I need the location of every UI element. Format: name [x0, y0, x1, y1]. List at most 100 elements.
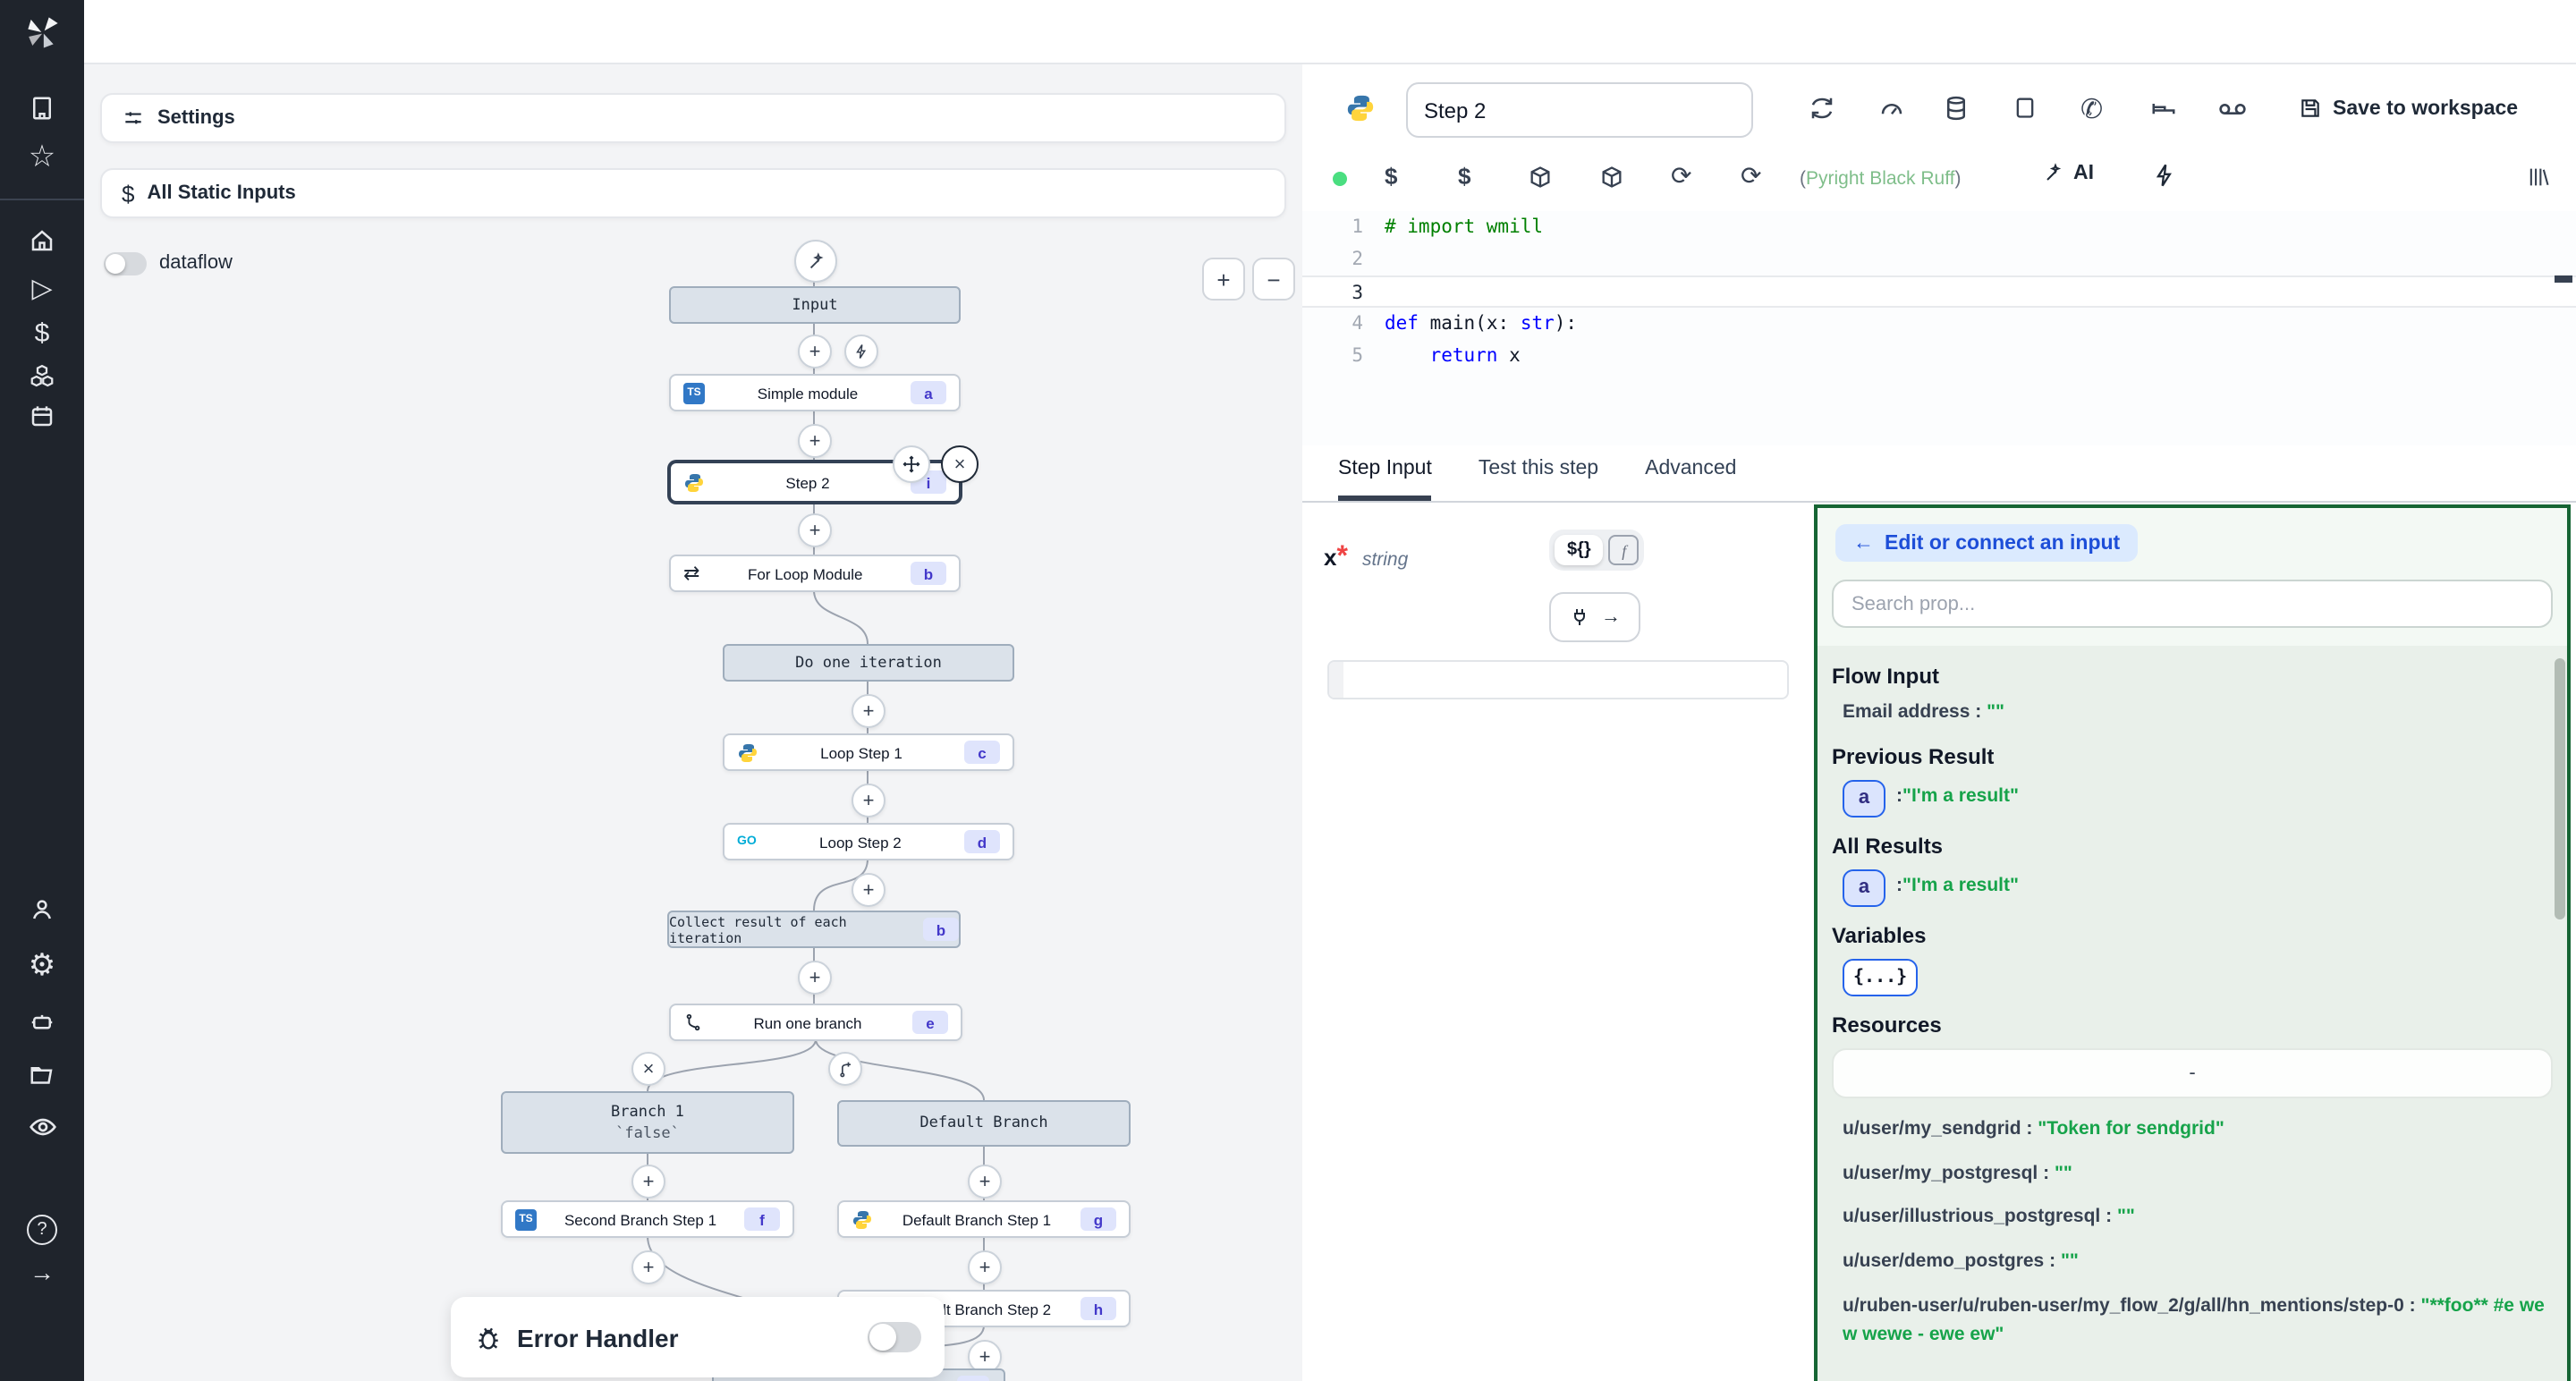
sidebar-item-audit[interactable] [0, 1106, 84, 1148]
sidebar-item-home[interactable] [0, 218, 84, 261]
prop-row[interactable]: u/user/demo_postgres : "" [1843, 1249, 2553, 1277]
sidebar-item-favorites[interactable]: ☆ [0, 136, 84, 179]
tab-step-input[interactable]: Step Input [1338, 458, 1432, 501]
prop-key: u/ruben-user/u/ruben-user/my_flow_2/g/al… [1843, 1295, 2404, 1317]
prop-row[interactable]: a : "I'm a result" [1843, 780, 2553, 818]
sidebar-item-variables[interactable]: $ [0, 311, 84, 354]
error-handler-label: Error Handler [517, 1323, 853, 1351]
result-id-badge[interactable]: a [1843, 869, 1885, 907]
fn-toggle-button[interactable]: f [1609, 535, 1640, 565]
resources-dollar-icon[interactable]: $ [1458, 163, 1470, 190]
input-mode-toggle[interactable]: ${} f [1549, 530, 1645, 571]
tab-test-this-step[interactable]: Test this step [1479, 458, 1598, 501]
add-step-button[interactable]: + [968, 1165, 1002, 1199]
node-loop-step1[interactable]: Loop Step 1 c [723, 733, 1014, 771]
package-icon[interactable] [1599, 165, 1624, 190]
prop-row[interactable]: {...} [1843, 959, 2553, 996]
prop-sep: : [1970, 701, 1987, 723]
gear-icon: ⚙ [29, 948, 56, 984]
add-step-button[interactable]: + [631, 1165, 665, 1199]
add-branch-button[interactable] [828, 1052, 862, 1086]
connect-input-button[interactable]: → [1549, 592, 1640, 642]
plus-icon: + [809, 967, 821, 988]
sidebar-item-runs[interactable]: ▷ [0, 267, 84, 309]
node-branch1[interactable]: Branch 1 `false` [501, 1091, 794, 1154]
sidebar-item-folders[interactable] [0, 1054, 84, 1097]
sidebar-item-help[interactable]: ? [0, 1207, 84, 1250]
node-default-branch[interactable]: Default Branch [837, 1100, 1131, 1147]
cache-database-icon[interactable] [1943, 95, 1970, 122]
node-simple-module[interactable]: TS Simple module a [669, 374, 961, 411]
sidebar-item-workspace[interactable] [0, 86, 84, 129]
code-editor[interactable]: 1 # import wmill 2 3 4 def main(x: str):… [1302, 211, 2576, 445]
node-second-branch-step1[interactable]: TS Second Branch Step 1 f [501, 1200, 794, 1238]
node-collect-result[interactable]: Collect result of each iteration b [667, 911, 961, 948]
prop-row[interactable]: a : "I'm a result" [1843, 869, 2553, 907]
code-assistants-label: (Pyright Black Ruff) [1800, 168, 1962, 190]
sleep-icon[interactable] [2150, 95, 2177, 122]
sidebar-item-settings[interactable]: ⚙ [0, 945, 84, 987]
node-default-branch-step1[interactable]: Default Branch Step 1 g [837, 1200, 1131, 1238]
add-step-button[interactable]: + [968, 1250, 1002, 1284]
node-loop-step2[interactable]: GO Loop Step 2 d [723, 823, 1014, 860]
remove-branch-button[interactable]: × [631, 1052, 665, 1086]
prop-row[interactable]: u/ruben-user/u/ruben-user/my_flow_2/g/al… [1843, 1293, 2553, 1350]
sidebar-item-resources[interactable] [0, 354, 84, 397]
node-run-one-branch[interactable]: Run one branch e [669, 1004, 962, 1041]
save-to-workspace-button[interactable]: Save to workspace [2299, 97, 2518, 120]
library-icon[interactable] [2526, 165, 2551, 190]
node-input[interactable]: Input [669, 286, 961, 324]
expr-toggle-button[interactable]: ${} [1555, 535, 1604, 565]
tab-advanced[interactable]: Advanced [1645, 458, 1736, 501]
sidebar-item-collapse[interactable]: → [0, 1250, 84, 1293]
suspend-phone-icon[interactable]: ✆ [2080, 93, 2103, 125]
windmill-logo[interactable] [0, 0, 84, 63]
error-handler-toggle[interactable] [868, 1322, 921, 1352]
back-to-edit-button[interactable]: ← Edit or connect an input [1835, 524, 2138, 562]
result-id-badge[interactable]: a [1843, 780, 1885, 818]
add-step-button[interactable]: + [852, 694, 886, 728]
trigger-bolt-button[interactable] [844, 335, 878, 369]
prop-row[interactable]: u/user/illustrious_postgresql : "" [1843, 1205, 2553, 1233]
search-prop-input[interactable]: Search prop... [1832, 580, 2553, 628]
step-name-input[interactable]: Step 2 [1406, 82, 1753, 138]
add-step-button[interactable]: + [798, 961, 832, 995]
resources-filter-box[interactable]: - [1832, 1048, 2553, 1098]
arg-value-input[interactable] [1327, 660, 1789, 699]
section-resources: Resources [1832, 1012, 2553, 1038]
retry-icon[interactable] [1809, 95, 1835, 122]
sidebar-item-workers[interactable] [0, 1000, 84, 1043]
reset-icon[interactable]: ⟳ [1671, 161, 1691, 191]
node-do-one-iteration[interactable]: Do one iteration [723, 644, 1014, 682]
panel-scrollbar[interactable] [2555, 658, 2565, 919]
ai-suggest-node-button[interactable] [794, 240, 837, 283]
prop-row[interactable]: Email address : "" [1843, 699, 2553, 728]
gauge-icon[interactable] [1878, 95, 1905, 122]
ai-assistant-button[interactable]: AI [2043, 163, 2094, 184]
flow-canvas[interactable]: Settings $ All Static Inputs dataflow + … [84, 63, 1304, 1381]
add-step-button[interactable]: + [852, 873, 886, 907]
sidebar-item-users[interactable] [0, 887, 84, 930]
move-node-button[interactable] [893, 445, 930, 483]
error-handler-panel[interactable]: Error Handler [451, 1297, 945, 1377]
add-step-button[interactable]: + [798, 335, 832, 369]
add-step-button[interactable]: + [631, 1250, 665, 1284]
assistant-paren: ( [1800, 168, 1806, 190]
delete-node-button[interactable]: × [941, 445, 979, 483]
mock-voicemail-icon[interactable] [2218, 98, 2247, 120]
variables-object-badge[interactable]: {...} [1843, 959, 1918, 996]
add-step-button[interactable]: + [852, 784, 886, 818]
editor-scroll-indicator[interactable] [2555, 275, 2572, 283]
variables-dollar-icon[interactable]: $ [1385, 163, 1397, 190]
prop-row[interactable]: u/user/my_postgresql : "" [1843, 1160, 2553, 1189]
package-icon[interactable] [1528, 165, 1553, 190]
bolt-icon[interactable] [2152, 163, 2177, 188]
concurrency-box-icon[interactable] [2012, 95, 2038, 120]
help-circle-icon: ? [27, 1214, 57, 1244]
reload-icon[interactable]: ⟳ [1741, 161, 1761, 191]
add-step-button[interactable]: + [798, 424, 832, 458]
prop-row[interactable]: u/user/my_sendgrid : "Token for sendgrid… [1843, 1116, 2553, 1145]
sidebar-item-schedules[interactable] [0, 394, 84, 436]
add-step-button[interactable]: + [798, 513, 832, 547]
node-for-loop[interactable]: ⇄ For Loop Module b [669, 555, 961, 592]
